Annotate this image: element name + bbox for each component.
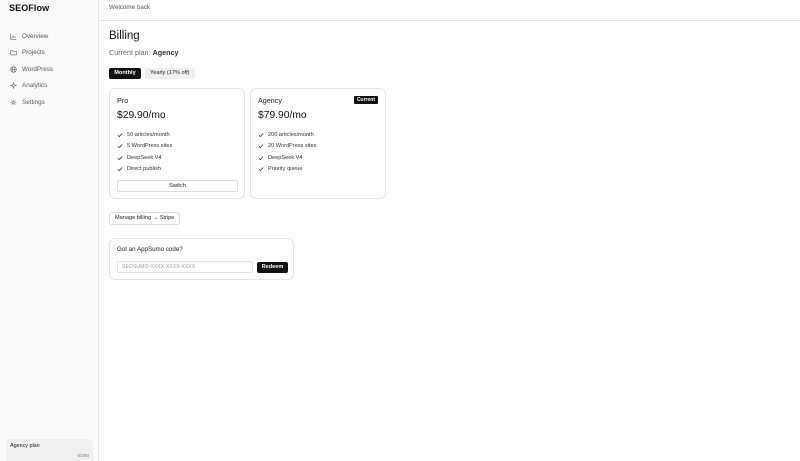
feature-item: DeepSeek V4 [258,152,316,164]
page-title: Billing [109,30,140,42]
feature-item: Priority queue [258,164,316,176]
plan-name: Pro [117,96,129,105]
sidebar-item-wordpress[interactable]: WordPress [0,61,99,78]
plan-card-agency: Agency Current $79.90/mo 200 articles/mo… [250,88,386,199]
feature-text: DeepSeek V4 [127,154,162,161]
feature-item: DeepSeek V4 [117,152,172,164]
check-icon [258,166,264,172]
switch-plan-button[interactable]: Switch [117,180,238,192]
plan-usage-count: 0/200 [77,453,90,458]
check-icon [117,143,123,149]
current-plan-label: Current plan: [109,48,151,57]
appsumo-code-input[interactable] [117,261,253,273]
feature-list: 50 articles/month 5 WordPress sites Deep… [117,129,172,175]
feature-text: Priority queue [268,166,303,173]
sidebar-item-projects[interactable]: Projects [0,45,99,62]
sidebar-item-label: Analytics [22,82,48,90]
check-icon [117,132,123,138]
plan-price: $29.90/mo [117,110,166,121]
top-bar: Welcome back [99,0,800,21]
folder-icon [10,49,17,56]
sidebar-item-label: Projects [22,49,45,57]
feature-item: 200 articles/month [258,129,316,141]
sidebar-item-analytics[interactable]: Analytics [0,78,99,95]
plan-card-pro: Pro $29.90/mo 50 articles/month 5 WordPr… [109,88,245,199]
check-icon [117,155,123,161]
app-logo[interactable]: SEOFlow [9,3,49,13]
check-icon [258,132,264,138]
redeem-button[interactable]: Redeem [257,262,288,273]
check-icon [258,155,264,161]
toggle-yearly[interactable]: Yearly (17% off) [145,68,195,79]
sidebar-nav: Overview Projects WordPress Analytics Se… [0,28,99,111]
sidebar-item-label: Settings [22,98,45,106]
feature-list: 200 articles/month 20 WordPress sites De… [258,129,316,175]
manage-billing-button[interactable]: Manage billing → Stripe [109,212,181,225]
gear-icon [10,99,17,106]
toggle-monthly[interactable]: Monthly [109,68,141,79]
sidebar: SEOFlow Overview Projects WordPress Anal… [0,0,99,461]
sidebar-item-label: Overview [22,32,49,40]
current-badge: Current [353,96,378,104]
feature-text: Direct publish [127,166,161,173]
sidebar-item-label: WordPress [22,65,54,73]
check-icon [258,143,264,149]
plan-label: Agency plan [10,443,40,449]
welcome-text: Welcome back [109,4,151,11]
sidebar-item-settings[interactable]: Settings [0,94,99,111]
feature-text: DeepSeek V4 [268,154,303,161]
sidebar-item-overview[interactable]: Overview [0,28,99,45]
sparkle-icon [10,82,17,90]
appsumo-title: Got an AppSumo code? [117,246,183,253]
check-icon [117,166,123,172]
bar-chart-icon [10,33,17,40]
plan-price: $79.90/mo [258,110,307,121]
billing-period-toggle: Monthly Yearly (17% off) [109,68,195,79]
current-plan-value: Agency [152,48,179,57]
feature-text: 5 WordPress sites [127,143,173,150]
feature-text: 50 articles/month [127,131,170,138]
plan-name: Agency [258,96,282,105]
feature-item: 5 WordPress sites [117,141,172,153]
feature-text: 200 articles/month [268,131,314,138]
current-plan: Current plan: Agency [109,48,179,57]
feature-text: 20 WordPress sites [268,143,317,150]
plan-usage-box: Agency plan 0/200 [6,439,93,461]
feature-item: Direct publish [117,164,172,176]
feature-item: 20 WordPress sites [258,141,316,153]
feature-item: 50 articles/month [117,129,172,141]
appsumo-redeem-card: Got an AppSumo code? Redeem [109,238,294,280]
globe-icon [10,66,17,73]
